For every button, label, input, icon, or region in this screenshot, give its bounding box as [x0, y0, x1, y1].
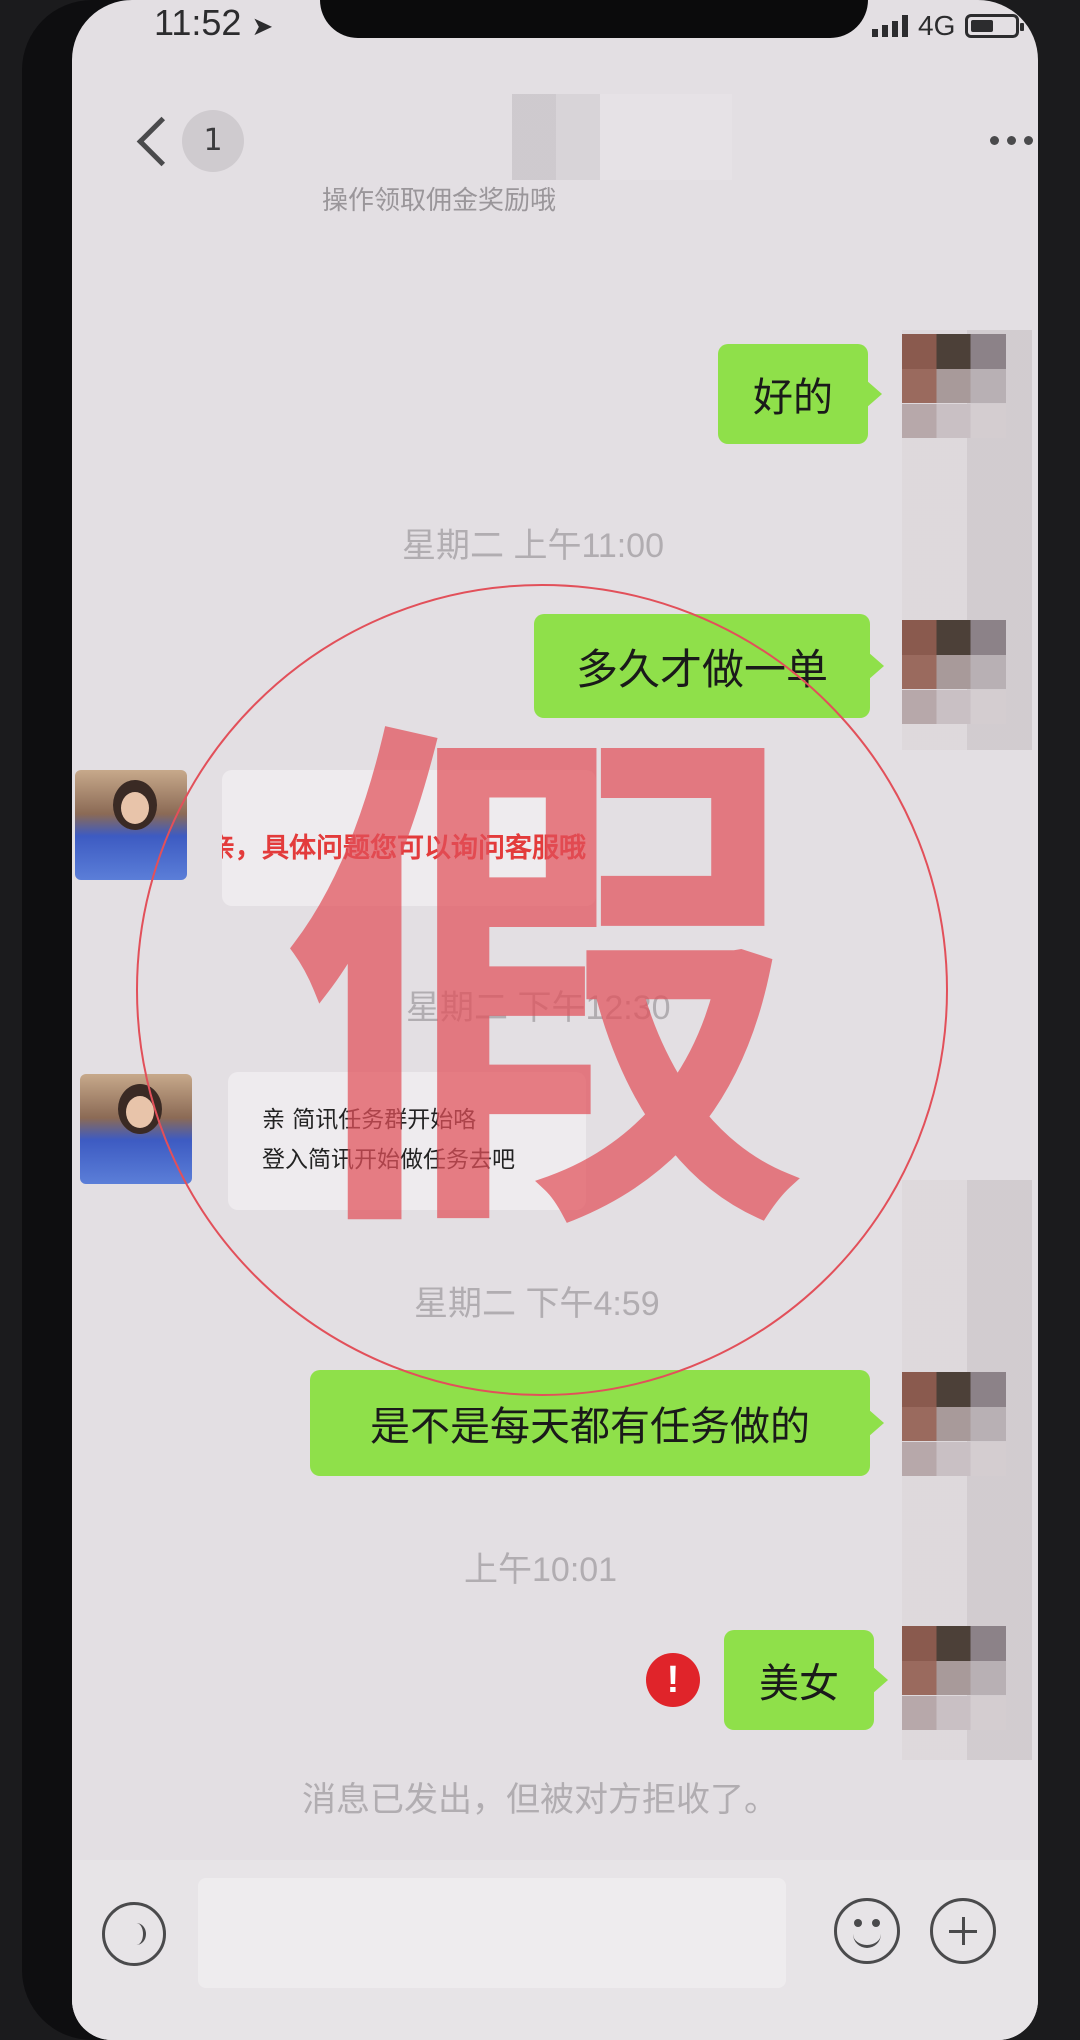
message-timestamp: 星期二 上午11:00	[402, 527, 665, 565]
avatar[interactable]	[80, 1074, 192, 1184]
battery-icon	[965, 14, 1025, 38]
signal-icon	[872, 15, 908, 37]
message-timestamp: 星期二 下午4:59	[414, 1285, 660, 1323]
message-text: 好的	[753, 375, 833, 421]
message-text: 是不是每天都有任务做的	[370, 1404, 810, 1450]
message-input[interactable]	[198, 1878, 786, 1988]
status-time-text: 11:52	[154, 2, 242, 43]
voice-icon[interactable]	[102, 1902, 166, 1966]
phone-frame: 11:52 ➤ 4G 1 操作领取佣金奖励哦 好的 星期二 上午11:00 多久…	[22, 0, 1038, 2040]
status-time: 11:52 ➤	[154, 2, 273, 44]
location-arrow-icon: ➤	[251, 11, 274, 41]
outgoing-message[interactable]: 好的	[718, 344, 882, 444]
rejected-notice: 消息已发出，但被对方拒收了。	[302, 1780, 778, 1820]
avatar[interactable]	[902, 620, 1006, 724]
outgoing-message[interactable]: 是不是每天都有任务做的	[310, 1370, 884, 1476]
incoming-message[interactable]: 亲，具体问题您可以询问客服哦	[222, 770, 596, 906]
chat-screen: 11:52 ➤ 4G 1 操作领取佣金奖励哦 好的 星期二 上午11:00 多久…	[72, 0, 1038, 2040]
outgoing-message[interactable]: 多久才做一单	[534, 614, 884, 718]
emoji-icon[interactable]	[834, 1898, 900, 1964]
message-timestamp: 星期二 下午12:30	[406, 989, 671, 1027]
avatar[interactable]	[75, 770, 187, 880]
message-text: 登入简讯开始做任务去吧	[262, 1147, 515, 1173]
input-bar	[72, 1860, 1038, 2040]
avatar[interactable]	[902, 334, 1006, 438]
back-chevron-icon[interactable]	[138, 110, 172, 170]
status-indicators: 4G	[872, 10, 1025, 42]
chat-header: 1	[72, 90, 1038, 190]
message-timestamp: 上午10:01	[464, 1551, 618, 1589]
message-text: 美女	[759, 1661, 839, 1707]
message-text: 多久才做一单	[575, 644, 828, 694]
outgoing-message[interactable]: 美女	[724, 1630, 888, 1730]
plus-icon[interactable]	[930, 1898, 996, 1964]
alert-icon[interactable]: !	[646, 1653, 700, 1707]
unread-count-badge[interactable]: 1	[182, 110, 244, 172]
avatar[interactable]	[902, 1372, 1006, 1476]
avatar[interactable]	[902, 1626, 1006, 1730]
contact-name-redacted	[512, 94, 732, 180]
notch	[320, 0, 868, 38]
message-text: 亲 简讯任务群开始咯	[262, 1107, 477, 1133]
incoming-message[interactable]: 亲 简讯任务群开始咯 登入简讯开始做任务去吧	[228, 1072, 586, 1210]
clipped-previous-message: 操作领取佣金奖励哦	[322, 186, 557, 216]
more-dots-icon[interactable]	[990, 136, 1033, 145]
network-type: 4G	[918, 10, 956, 41]
message-text: 亲，具体问题您可以询问客服哦	[222, 833, 586, 864]
